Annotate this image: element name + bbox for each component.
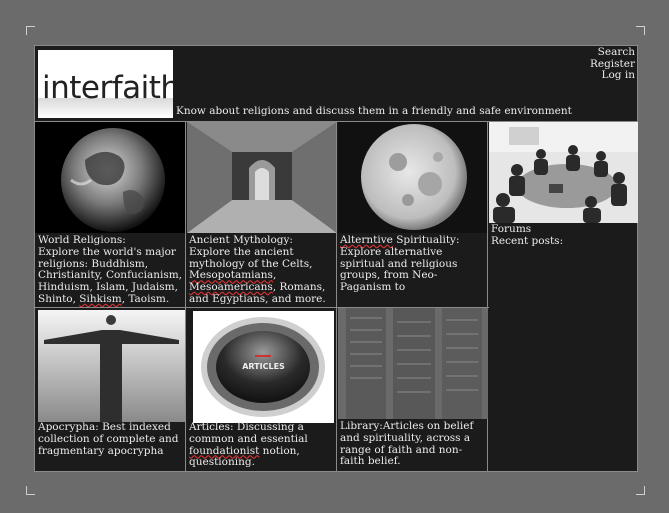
tile-articles[interactable]: ARTICLES Articles: Discussing a common a… [185,308,337,471]
articles-desc-a: Articles: Discussing a common and essent… [189,421,308,445]
logo-text: interfaith [42,70,173,106]
crop-mark-bottom-left [26,486,35,495]
tile-forums[interactable]: Forums Recent posts: [487,122,638,471]
earth-globe-icon [61,128,165,232]
stone-corridor-icon [187,122,337,233]
site-logo[interactable]: interfaith [38,50,173,118]
forums-title: Forums [491,223,532,235]
temple-corridor-image [187,122,337,233]
earth-image [35,122,185,233]
alternative-spirituality-caption: Alterntive Spirituality: Explore alterna… [340,234,486,294]
alternative-spirituality-desc: Explore alternative spiritual and religi… [340,245,458,294]
manuscript-image [338,308,488,419]
world-religions-misspelled-word: Sihkism [79,292,122,305]
tile-library[interactable]: Library:Articles on belief and spiritual… [336,308,488,471]
tile-ancient-mythology[interactable]: Ancient Mythology: Explore the ancient m… [185,122,337,307]
library-caption: Library:Articles on belief and spiritual… [340,420,474,468]
apocrypha-caption: Apocrypha: Best indexed collection of co… [38,421,179,457]
world-religions-title: World Religions: [38,234,126,246]
ancient-mythology-separator: , [272,269,277,282]
alternative-misspelled-word: Alterntive [340,234,393,246]
ancient-mythology-desc-a: Explore the ancient mythology of the Cel… [189,245,313,270]
scroll-manuscript-icon [338,308,488,419]
tile-world-religions[interactable]: World Religions: Explore the world's maj… [35,122,186,307]
mesopotamians-word: Mesopotamians [189,269,273,282]
articles-image: ARTICLES [193,311,334,423]
search-link[interactable]: Search [590,46,635,59]
christ-statue-icon [38,310,185,422]
mesoamericans-word: Mesoamericans [189,281,273,294]
crop-mark-top-right [636,26,645,35]
world-religions-desc-b: , Taoism. [121,292,170,305]
meeting-image [489,122,638,223]
tile-alternative-spirituality[interactable]: Alterntive Spirituality: Explore alterna… [336,122,488,307]
header-nav: Search Register Log in [590,46,635,82]
recent-posts-label: Recent posts: [491,234,564,247]
meeting-people-icon [489,122,638,223]
site-header: interfaith Know about religions and disc… [35,46,637,122]
articles-badge-label: ARTICLES [242,362,285,371]
alternative-spirituality-title: Spirituality: [392,234,460,246]
foundationist-word: foundationist [189,444,260,457]
moon-image [338,122,488,233]
login-link[interactable]: Log in [590,69,635,82]
world-religions-caption: World Religions: Explore the world's maj… [38,234,184,306]
crop-mark-top-left [26,26,35,35]
moon-icon [361,124,467,230]
ancient-mythology-caption: Ancient Mythology: Explore the ancient m… [189,234,335,306]
tile-apocrypha[interactable]: Apocrypha: Best indexed collection of co… [35,308,186,471]
statue-image [38,310,185,422]
site-tagline: Know about religions and discuss them in… [176,105,572,117]
page-panel: interfaith Know about religions and disc… [34,45,638,472]
crop-mark-bottom-right [636,486,645,495]
ancient-mythology-title: Ancient Mythology: [189,234,293,246]
articles-caption: Articles: Discussing a common and essent… [189,421,335,469]
forums-caption: Forums Recent posts: [491,223,635,248]
